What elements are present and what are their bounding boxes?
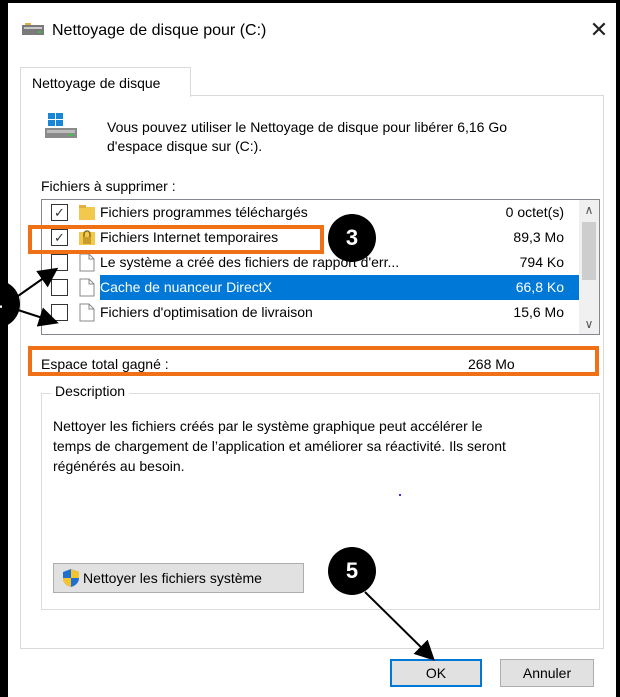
tab-label: Nettoyage de disque	[32, 75, 161, 91]
arrow-to-optimization-files	[17, 307, 59, 327]
arrow-to-error-reports	[17, 267, 59, 297]
annotation-arrows	[17, 267, 435, 661]
tab-disk-cleanup[interactable]: Nettoyage de disque	[20, 67, 191, 97]
arrow-to-ok-button	[364, 591, 435, 661]
